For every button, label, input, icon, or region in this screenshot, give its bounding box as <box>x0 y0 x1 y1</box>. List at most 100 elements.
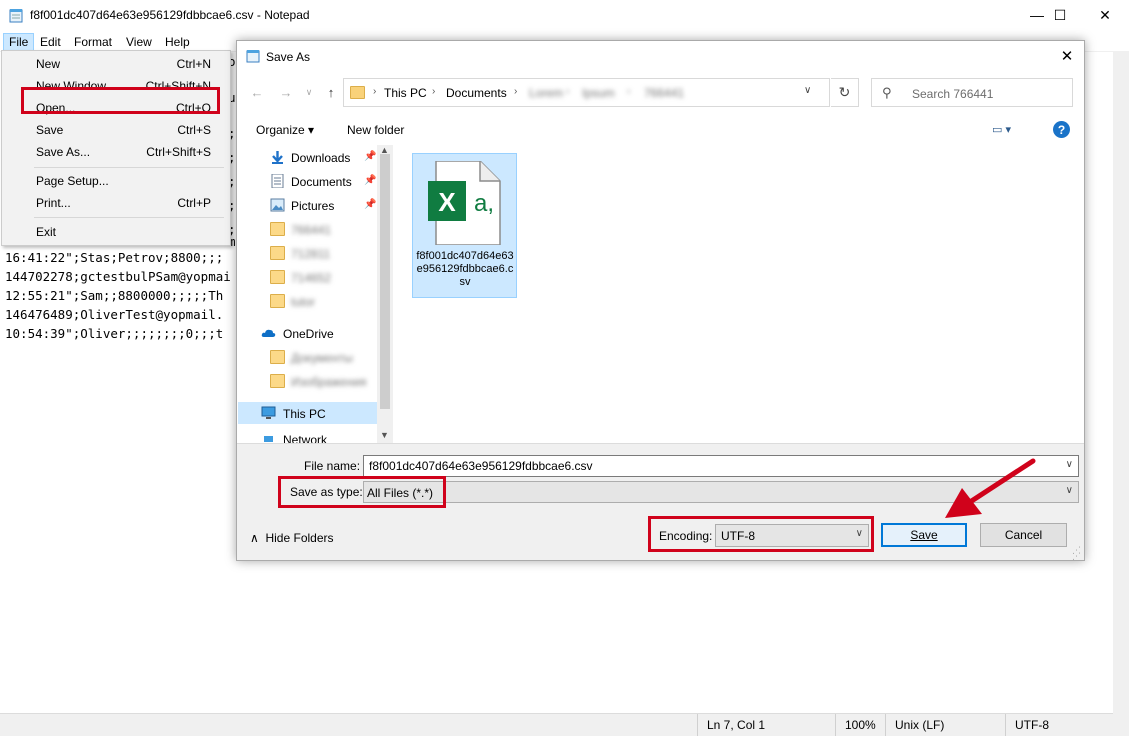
folder-icon <box>350 86 365 99</box>
nav-label: 766441 <box>291 223 332 237</box>
editor-line: 144702278;gctestbulPSam@yopmai <box>5 269 231 284</box>
menu-format[interactable]: Format <box>69 33 117 51</box>
up-button[interactable]: ↑ <box>320 81 342 103</box>
menu-item-page-setup[interactable]: Page Setup... <box>5 170 227 192</box>
file-name-label: File name: <box>304 459 361 473</box>
menu-item-label: Save As... <box>36 145 91 159</box>
maximize-button[interactable]: ☐ <box>1037 0 1083 30</box>
menu-item-shortcut: Ctrl+S <box>177 123 211 137</box>
menu-separator <box>34 167 224 168</box>
save-button[interactable]: Save <box>881 523 967 547</box>
search-input[interactable]: ⚲ Search 766441 <box>871 78 1073 107</box>
refresh-button[interactable]: ↻ <box>831 78 859 107</box>
scroll-down-icon[interactable]: ▼ <box>380 430 389 440</box>
pin-icon[interactable]: 📌 <box>364 151 376 162</box>
editor-line: 12:55:21";Sam;;8800000;;;;;Th <box>5 288 224 303</box>
menu-item-exit[interactable]: Exit <box>5 221 227 243</box>
forward-button[interactable]: → <box>275 81 297 103</box>
dialog-close-button[interactable]: ✕ <box>1050 41 1084 71</box>
nav-item-onedrive[interactable]: OneDrive <box>238 322 378 344</box>
cancel-button[interactable]: Cancel <box>980 523 1067 547</box>
nav-item-pictures[interactable]: Pictures 📌 <box>238 194 378 216</box>
menu-file[interactable]: File <box>3 33 35 51</box>
pictures-icon <box>270 198 285 212</box>
nav-item-folder[interactable]: Изображения <box>238 370 378 392</box>
file-item[interactable]: X a, f8f001dc407d64e63e956129fdbbcae6.cs… <box>412 153 517 298</box>
nav-label: Documents <box>291 175 352 189</box>
nav-item-documents[interactable]: Documents 📌 <box>238 170 378 192</box>
csv-glyph: a, <box>474 190 494 217</box>
cancel-button-label: Cancel <box>1004 528 1043 542</box>
nav-item-this-pc[interactable]: This PC <box>238 402 378 424</box>
chevron-down-icon: ∨ <box>305 86 313 97</box>
folder-icon <box>270 246 285 260</box>
folder-icon <box>270 350 285 364</box>
back-button[interactable]: ← <box>246 81 268 103</box>
nav-item-folder[interactable]: 766441 <box>238 218 378 240</box>
file-menu-dropdown: New Ctrl+N New Window Ctrl+Shift+N Open.… <box>1 50 231 246</box>
file-encoding: UTF-8 <box>1015 718 1049 732</box>
recent-locations-button[interactable]: ∨ <box>298 81 320 103</box>
statusbar-divider <box>697 714 698 736</box>
menu-item-label: Page Setup... <box>36 174 109 188</box>
nav-item-network[interactable]: Network <box>238 431 378 443</box>
address-bar[interactable]: › This PC › Documents › Lorem › Ipsum › … <box>343 78 830 107</box>
menu-item-shortcut: Ctrl+N <box>176 57 211 71</box>
breadcrumb-blurred[interactable]: Lorem <box>529 86 563 100</box>
organize-button[interactable]: Organize ▾ <box>256 123 314 137</box>
notepad-icon <box>246 50 260 63</box>
editor-vertical-scrollbar[interactable] <box>1113 51 1129 713</box>
breadcrumb-blurred[interactable]: 766441 <box>644 86 684 100</box>
statusbar-divider <box>835 714 836 736</box>
nav-label: Downloads <box>291 151 351 165</box>
folder-icon <box>270 270 285 284</box>
chevron-down-icon[interactable]: ∨ <box>1066 459 1073 470</box>
help-icon[interactable]: ? <box>1053 121 1070 138</box>
chevron-down-icon[interactable]: ∨ <box>1066 485 1073 496</box>
resize-grip-icon[interactable]: ⋰ ⋰ <box>1072 546 1081 561</box>
pin-icon[interactable]: 📌 <box>364 199 376 210</box>
chevron-down-icon[interactable]: ∨ <box>804 85 811 96</box>
up-arrow-icon: ↑ <box>327 84 335 100</box>
save-button-label: Save <box>910 528 938 542</box>
breadcrumb-documents[interactable]: Documents <box>446 86 507 100</box>
save-as-type-select[interactable]: All Files (*.*) ∨ <box>363 481 1079 503</box>
close-button[interactable]: ✕ <box>1082 0 1128 30</box>
new-folder-button[interactable]: New folder <box>347 123 404 137</box>
menu-item-new[interactable]: New Ctrl+N <box>5 53 227 75</box>
scrollbar-thumb[interactable] <box>380 154 390 409</box>
close-icon: ✕ <box>1099 6 1111 23</box>
breadcrumb-blurred[interactable]: Ipsum <box>582 86 615 100</box>
nav-item-downloads[interactable]: Downloads 📌 <box>238 146 378 168</box>
menu-item-shortcut: Ctrl+P <box>177 196 211 210</box>
menu-item-print[interactable]: Print... Ctrl+P <box>5 192 227 214</box>
nav-label: This PC <box>283 407 326 421</box>
hide-folders-button[interactable]: ∧ Hide Folders <box>250 531 334 545</box>
menu-view[interactable]: View <box>121 33 157 51</box>
chevron-up-icon: ∧ <box>250 531 259 545</box>
nav-label: tutor <box>291 295 316 309</box>
breadcrumb-this-pc[interactable]: This PC <box>384 86 427 100</box>
scroll-corner <box>1113 713 1129 736</box>
search-icon: ⚲ <box>882 85 892 100</box>
menu-edit[interactable]: Edit <box>35 33 66 51</box>
line-endings: Unix (LF) <box>895 718 945 732</box>
nav-item-folder[interactable]: 714652 <box>238 266 378 288</box>
dialog-toolbar: Organize ▾ New folder ▭ ▾ ? <box>237 116 1084 144</box>
nav-item-folder[interactable]: 712811 <box>238 242 378 264</box>
chevron-right-icon: › <box>373 86 377 97</box>
nav-item-folder[interactable]: tutor <box>238 290 378 312</box>
menu-item-save[interactable]: Save Ctrl+S <box>5 119 227 141</box>
view-options-icon[interactable]: ▭ ▾ <box>992 123 1011 136</box>
pin-icon[interactable]: 📌 <box>364 175 376 186</box>
window-title: f8f001dc407d64e63e956129fdbbcae6.csv - N… <box>30 8 310 22</box>
scroll-up-icon[interactable]: ▲ <box>380 145 389 155</box>
nav-label: Документы <box>291 351 353 365</box>
menu-item-save-as[interactable]: Save As... Ctrl+Shift+S <box>5 141 227 163</box>
menu-help[interactable]: Help <box>160 33 195 51</box>
chevron-right-icon: › <box>627 86 631 97</box>
statusbar-divider <box>1005 714 1006 736</box>
file-name-input[interactable]: f8f001dc407d64e63e956129fdbbcae6.csv ∨ <box>363 455 1079 477</box>
csv-file-icon: X a, <box>428 161 501 245</box>
nav-item-folder[interactable]: Документы <box>238 346 378 368</box>
